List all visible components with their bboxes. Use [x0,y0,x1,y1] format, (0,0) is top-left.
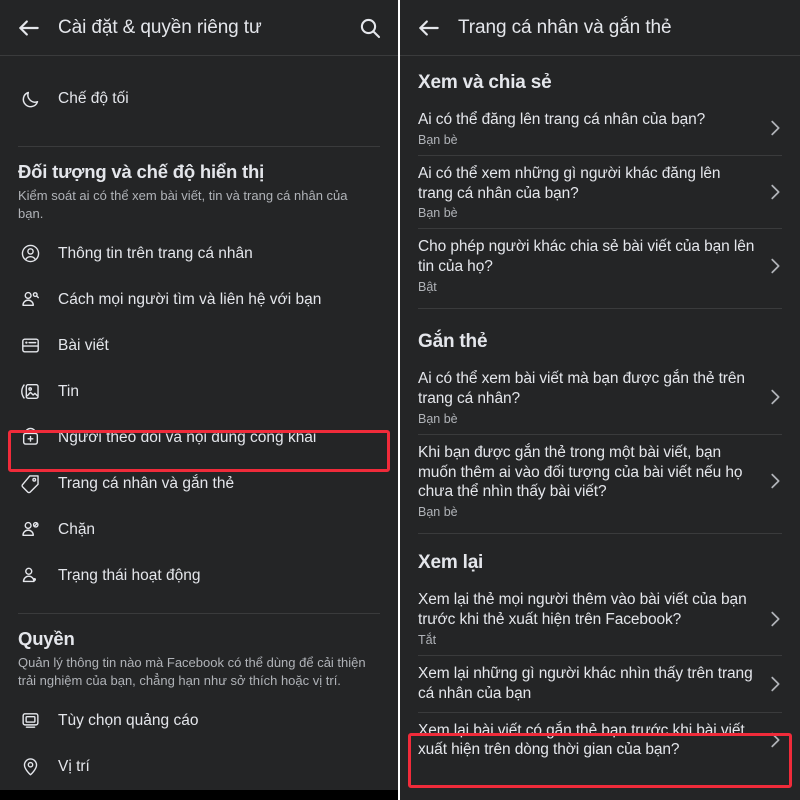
setting-row-who-can-see-others-posts[interactable]: Ai có thể xem những gì người khác đăng l… [400,156,800,229]
sidebar-item-label: Người theo dõi và nội dung công khai [58,428,317,446]
sidebar-item-label: Trạng thái hoạt động [58,566,201,584]
sidebar-item-profile-and-tagging[interactable]: Trang cá nhân và gắn thẻ [0,461,398,507]
chevron-right-icon[interactable] [764,608,786,630]
chevron-right-icon[interactable] [764,117,786,139]
sidebar-item-location[interactable]: Vị trí [0,744,398,790]
setting-row-review-tags[interactable]: Xem lại thẻ mọi người thêm vào bài viết … [400,582,800,655]
setting-value: Tắt [418,632,437,647]
setting-row-allow-share-to-story[interactable]: Cho phép người khác chia sẻ bài viết của… [400,229,800,302]
sidebar-item-stories[interactable]: Tin [0,369,398,415]
setting-question: Cho phép người khác chia sẻ bài viết của… [418,238,755,276]
sidebar-item-followers[interactable]: Người theo dõi và nội dung công khai [0,415,398,461]
right-appbar: Trang cá nhân và gắn thẻ [400,0,800,56]
chevron-right-icon[interactable] [764,470,786,492]
setting-question: Xem lại những gì người khác nhìn thấy tr… [418,664,753,702]
follower-plus-icon [18,426,42,450]
back-arrow-icon[interactable] [16,15,42,41]
sidebar-item-ad-preferences[interactable]: Tùy chọn quảng cáo [0,698,398,744]
divider [18,146,380,147]
section-title-permissions: Quyền [18,627,75,649]
screenshot-root: Cài đặt & quyền riêng tư Chế độ tối Đối … [0,0,800,800]
sidebar-item-label: Cách mọi người tìm và liên hệ với bạn [58,290,322,308]
sidebar-item-label: Chế độ tối [58,90,129,107]
setting-question: Ai có thể xem bài viết mà bạn được gắn t… [418,370,745,407]
setting-value: Bạn bè [418,411,458,426]
right-scroll-body[interactable]: Xem và chia sẻ Ai có thể đăng lên trang … [400,56,800,800]
sidebar-item-label: Tin [58,382,79,400]
setting-value: Bật [418,280,437,295]
setting-row-view-as[interactable]: Xem lại những gì người khác nhìn thấy tr… [400,656,800,712]
location-pin-icon [18,755,42,779]
person-search-icon [18,288,42,312]
setting-question: Xem lại bài viết có gắn thẻ bạn trước kh… [418,721,745,759]
setting-value: Bạn bè [418,206,458,221]
sidebar-item-label: Tùy chọn quảng cáo [58,711,199,729]
chevron-right-icon[interactable] [764,729,786,751]
left-appbar: Cài đặt & quyền riêng tư [0,0,398,56]
chevron-right-icon[interactable] [764,181,786,203]
sidebar-item-label: Trang cá nhân và gắn thẻ [58,474,235,492]
setting-row-review-tagged-posts-timeline[interactable]: Xem lại bài viết có gắn thẻ bạn trước kh… [400,713,800,769]
story-image-icon [18,380,42,404]
setting-text-wrap: Xem lại bài viết có gắn thẻ bạn trước kh… [418,721,764,761]
left-scroll-body[interactable]: Chế độ tối Đối tượng và chế độ hiển thị … [0,56,398,800]
moon-icon [18,87,42,111]
section-title-audience: Đối tượng và chế độ hiển thị [18,161,265,182]
right-detail-panel: Trang cá nhân và gắn thẻ Xem và chia sẻ … [400,0,800,800]
sidebar-item-profile-info[interactable]: Thông tin trên trang cá nhân [0,231,398,277]
back-arrow-icon[interactable] [416,15,442,41]
sidebar-item-label: Vị trí [58,757,90,775]
setting-text-wrap: Cho phép người khác chia sẻ bài viết của… [418,237,764,294]
divider [18,612,380,614]
tag-icon [18,472,42,496]
setting-question: Ai có thể đăng lên trang cá nhân của bạn… [418,111,706,128]
setting-question: Ai có thể xem những gì người khác đăng l… [418,164,721,202]
left-settings-panel: Cài đặt & quyền riêng tư Chế độ tối Đối … [0,0,400,800]
sidebar-item-dark-mode[interactable]: Chế độ tối [0,76,398,122]
setting-question: Xem lại thẻ mọi người thêm vào bài viết … [418,591,747,629]
person-block-icon [18,518,42,542]
setting-text-wrap: Ai có thể đăng lên trang cá nhân của bạn… [418,110,764,147]
setting-row-who-can-post[interactable]: Ai có thể đăng lên trang cá nhân của bạn… [400,102,800,155]
section-desc-audience: Kiểm soát ai có thể xem bài viết, tin và… [18,188,348,221]
setting-row-who-can-see-tagged-posts[interactable]: Ai có thể xem bài viết mà bạn được gắn t… [400,361,800,434]
person-active-icon [18,564,42,588]
setting-text-wrap: Khi bạn được gắn thẻ trong một bài viết,… [418,443,764,519]
left-page-title: Cài đặt & quyền riêng tư [58,16,262,38]
ads-monitor-icon [18,709,42,733]
chevron-right-icon[interactable] [764,255,786,277]
sidebar-item-label: Thông tin trên trang cá nhân [58,244,253,262]
setting-value: Bạn bè [418,132,458,147]
divider [418,308,782,310]
sidebar-item-blocking[interactable]: Chặn [0,507,398,553]
post-card-icon [18,334,42,358]
left-bottom-bar [0,790,398,800]
profile-circle-icon [18,242,42,266]
setting-text-wrap: Ai có thể xem bài viết mà bạn được gắn t… [418,369,764,426]
sidebar-item-posts[interactable]: Bài viết [0,323,398,369]
setting-question: Khi bạn được gắn thẻ trong một bài viết,… [418,443,743,501]
setting-row-audience-when-tagged[interactable]: Khi bạn được gắn thẻ trong một bài viết,… [400,435,800,527]
sidebar-item-active-status[interactable]: Trạng thái hoạt động [0,553,398,599]
chevron-right-icon[interactable] [764,386,786,408]
section-title-view-share: Xem và chia sẻ [418,72,552,93]
right-page-title: Trang cá nhân và gắn thẻ [458,16,672,38]
section-title-review: Xem lại [418,552,484,574]
setting-text-wrap: Ai có thể xem những gì người khác đăng l… [418,164,764,221]
sidebar-item-label: Bài viết [58,336,109,354]
sidebar-item-find-contact[interactable]: Cách mọi người tìm và liên hệ với bạn [0,277,398,323]
sidebar-item-label: Chặn [58,520,96,538]
setting-text-wrap: Xem lại những gì người khác nhìn thấy tr… [418,664,764,704]
section-desc-permissions: Quản lý thông tin nào mà Facebook có thể… [18,654,366,688]
search-icon[interactable] [358,16,382,40]
setting-text-wrap: Xem lại thẻ mọi người thêm vào bài viết … [418,590,764,647]
chevron-right-icon[interactable] [764,673,786,695]
setting-value: Bạn bè [418,505,458,520]
section-title-tagging: Gắn thẻ [418,331,488,353]
divider [418,533,782,535]
